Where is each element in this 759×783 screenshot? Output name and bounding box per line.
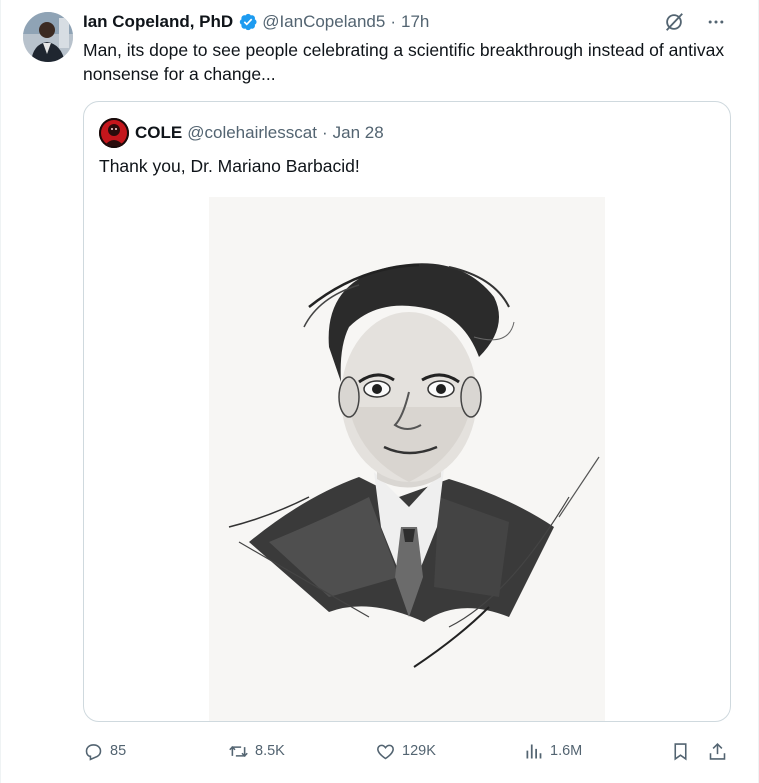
reply-icon [85, 743, 102, 761]
quoted-tweet-image[interactable] [209, 197, 605, 721]
tweet-text: Man, its dope to see people celebrating … [83, 40, 725, 84]
retweet-count: 8.5K [255, 743, 285, 759]
quoted-tweet[interactable]: COLE @colehairlesscat · Jan 28 Thank you… [83, 101, 731, 722]
views-button[interactable]: 1.6M [523, 737, 582, 765]
retweet-icon [229, 745, 248, 757]
tweet-header: Ian Copeland, PhD @IanCopeland5 · 17h [83, 10, 429, 34]
more-icon[interactable] [704, 10, 728, 34]
tweet-card[interactable]: Ian Copeland, PhD @IanCopeland5 · 17h Ma… [0, 0, 759, 783]
quoted-author-avatar[interactable] [99, 118, 129, 148]
analytics-icon [526, 744, 542, 758]
tweet-timestamp[interactable]: 17h [401, 12, 429, 32]
bookmark-button[interactable] [670, 737, 691, 765]
author-handle[interactable]: @IanCopeland5 [262, 12, 385, 32]
retweet-button[interactable]: 8.5K [228, 737, 285, 765]
sketch-portrait-icon [209, 197, 605, 721]
like-count: 129K [402, 743, 436, 759]
heart-icon [377, 744, 394, 759]
views-count: 1.6M [550, 743, 583, 759]
share-icon [709, 742, 726, 760]
reply-count: 85 [110, 743, 127, 759]
like-button[interactable]: 129K [375, 737, 436, 765]
tweet-action-bar: 85 8.5K 129K 1.6M [83, 737, 733, 765]
quoted-tweet-text: Thank you, Dr. Mariano Barbacid! [99, 156, 360, 176]
quoted-author-handle[interactable]: @colehairlesscat [187, 123, 317, 143]
reply-button[interactable]: 85 [83, 737, 126, 765]
quoted-tweet-date[interactable]: Jan 28 [333, 123, 384, 143]
quoted-tweet-header: COLE @colehairlesscat · Jan 28 [99, 118, 384, 148]
author-display-name[interactable]: Ian Copeland, PhD [83, 12, 233, 32]
share-button[interactable] [707, 737, 728, 765]
bookmark-icon [674, 742, 687, 760]
verified-badge-icon[interactable] [238, 12, 258, 32]
separator-dot: · [321, 123, 328, 142]
grok-icon[interactable] [662, 10, 686, 34]
author-avatar[interactable] [23, 12, 73, 62]
separator-dot: · [390, 12, 396, 31]
quoted-author-name[interactable]: COLE [135, 123, 182, 143]
tweet-top-actions [662, 10, 728, 34]
